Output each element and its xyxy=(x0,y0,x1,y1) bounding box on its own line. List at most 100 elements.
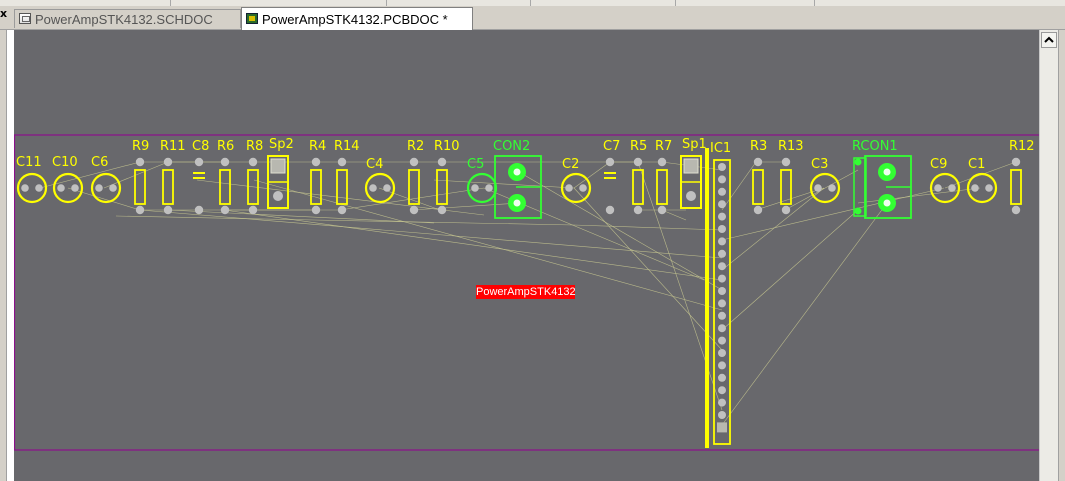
ic-pin-pad xyxy=(718,212,726,221)
designator-r4: R4 xyxy=(309,139,326,154)
ic-pin-pad xyxy=(718,311,726,320)
designator-r5: R5 xyxy=(630,139,647,154)
pad xyxy=(220,205,230,215)
ic-pin-pad xyxy=(718,336,726,345)
chevron-up-icon xyxy=(1044,36,1054,43)
designator-r14: R14 xyxy=(334,139,360,154)
ratsnest-line xyxy=(518,171,723,291)
pad xyxy=(1011,157,1021,167)
resistor-body xyxy=(436,169,448,205)
pad xyxy=(814,184,822,192)
pad xyxy=(971,184,979,192)
ic-pin-pad xyxy=(718,163,726,171)
pad xyxy=(135,205,145,215)
ratsnest-line xyxy=(115,215,315,221)
tab-label: PowerAmpSTK4132.PCBDOC * xyxy=(262,12,448,27)
ratsnest-line xyxy=(721,161,757,211)
pcb-canvas[interactable]: C11 C10 C6 R9 R11 C8 R6 R8 Sp2 R4 R14 C4 R2 R10 C5 CON2… xyxy=(14,30,1039,481)
ic-pin-pad xyxy=(718,225,726,233)
designator-sp2: Sp2 xyxy=(269,137,294,152)
pad xyxy=(109,184,117,192)
resistor-body xyxy=(336,169,348,205)
pad xyxy=(633,157,643,167)
ic-pin-pad xyxy=(718,262,726,271)
pad xyxy=(854,207,862,215)
pad xyxy=(657,157,667,167)
pad xyxy=(657,205,667,215)
ic-pin-pad xyxy=(718,398,726,407)
pad xyxy=(437,157,447,167)
pad xyxy=(369,184,377,192)
pad xyxy=(409,157,419,167)
pcb-layout[interactable]: C11 C10 C6 R9 R11 C8 R6 R8 Sp2 R4 R14 C4 R2 R10 C5 CON2… xyxy=(14,30,1039,481)
ic-pin-pad xyxy=(718,237,726,246)
pad xyxy=(934,184,942,192)
pad xyxy=(409,205,419,215)
designator-r6: R6 xyxy=(217,139,234,154)
pad xyxy=(194,205,204,215)
tab-schematic-document[interactable]: PowerAmpSTK4132.SCHDOC xyxy=(14,9,241,28)
terminal-hole xyxy=(513,168,521,176)
designator-c9: C9 xyxy=(930,157,947,172)
ic-pin-pad xyxy=(718,287,726,295)
tab-pcb-document[interactable]: PowerAmpSTK4132.PCBDOC * xyxy=(241,7,473,30)
ic-pin-pad xyxy=(718,187,726,196)
designator-c4: C4 xyxy=(366,157,383,172)
designator-r2: R2 xyxy=(407,139,424,154)
pad xyxy=(57,184,65,192)
pad xyxy=(686,191,696,201)
resistor-body xyxy=(752,169,764,205)
pad xyxy=(273,191,283,201)
close-document-icon[interactable]: x xyxy=(0,7,10,21)
designator-c11: C11 xyxy=(16,155,42,170)
pad xyxy=(471,184,479,192)
ic-pin-pad xyxy=(718,373,726,382)
designator-r3: R3 xyxy=(750,139,767,154)
designator-c3: C3 xyxy=(811,157,828,172)
ic-pin-pad xyxy=(718,349,726,357)
pad xyxy=(220,157,230,167)
pad xyxy=(1011,205,1021,215)
ic-pin-pad xyxy=(718,200,726,209)
pad xyxy=(485,184,493,192)
pad xyxy=(781,157,791,167)
designator-r7: R7 xyxy=(655,139,672,154)
pad xyxy=(565,184,573,192)
terminal-hole xyxy=(883,168,891,176)
pad xyxy=(194,157,204,167)
pad xyxy=(579,184,587,192)
designator-sp1: Sp1 xyxy=(682,137,707,152)
ic-pin-pad xyxy=(718,361,726,370)
designator-r13: R13 xyxy=(778,139,804,154)
resistor-body xyxy=(219,169,231,205)
pad xyxy=(437,205,447,215)
pad xyxy=(163,205,173,215)
ic-pin-pad xyxy=(718,324,726,333)
scroll-up-button[interactable] xyxy=(1041,32,1057,48)
terminal-hole xyxy=(513,199,521,207)
ic-pin-pad xyxy=(718,386,726,395)
resistor-body xyxy=(310,169,322,205)
vertical-scrollbar[interactable] xyxy=(1039,30,1059,481)
designator-r8: R8 xyxy=(246,139,263,154)
board-name-label[interactable]: PowerAmpSTK4132 xyxy=(476,285,576,299)
ic-pin-pad xyxy=(718,411,726,419)
ratsnest-line xyxy=(573,187,723,351)
pad xyxy=(753,157,763,167)
pad xyxy=(311,205,321,215)
designator-r9: R9 xyxy=(132,139,149,154)
ratsnest-line xyxy=(573,224,723,231)
ratsnest-line xyxy=(411,202,520,211)
pad xyxy=(828,184,836,192)
designator-r11: R11 xyxy=(160,139,186,154)
pad xyxy=(781,205,791,215)
designator-con2: CON2 xyxy=(493,139,530,154)
terminal-hole xyxy=(883,199,891,207)
ratsnest-line xyxy=(433,179,575,189)
ratsnest-line xyxy=(721,187,825,271)
tab-label: PowerAmpSTK4132.SCHDOC xyxy=(35,12,213,27)
ic-pin-pad xyxy=(718,249,726,258)
pad xyxy=(337,205,347,215)
ratsnest-line xyxy=(67,187,141,211)
pad xyxy=(163,157,173,167)
